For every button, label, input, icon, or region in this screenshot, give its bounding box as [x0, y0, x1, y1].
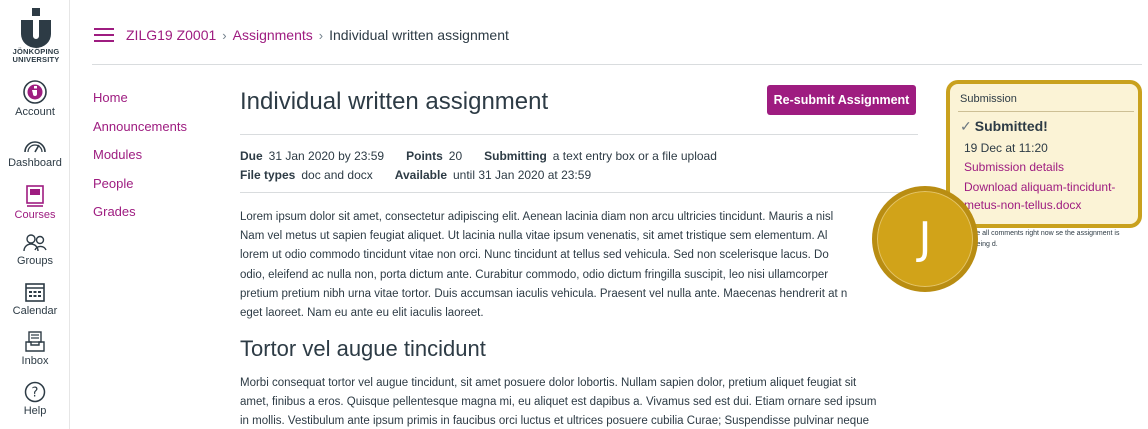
logo-mark-icon — [21, 8, 51, 48]
global-nav-dashboard-label: Dashboard — [8, 157, 62, 169]
submitting-value: a text entry box or a file upload — [552, 149, 717, 163]
global-nav-account-label: Account — [15, 106, 55, 118]
global-nav-help[interactable]: ? Help — [0, 381, 70, 417]
avatar: J — [872, 186, 978, 292]
filetypes-value: doc and docx — [301, 168, 373, 182]
calendar-icon — [25, 283, 45, 302]
paragraph-line: odio, eleifend ac nulla non, porta dictu… — [240, 268, 829, 281]
assignment-meta-row-1: Due 31 Jan 2020 by 23:59 Points 20 Submittin… — [240, 149, 717, 163]
paragraph-line: Morbi consequat tortor vel augue tincidu… — [240, 377, 857, 389]
account-icon — [23, 80, 47, 104]
dashboard-icon — [24, 141, 46, 153]
global-nav-help-label: Help — [23, 405, 47, 417]
global-nav-courses-label: Courses — [14, 209, 56, 221]
course-nav-home[interactable]: Home — [93, 90, 187, 119]
paragraph-line: eget laoreet. Nam eu ante eu elit iaculi… — [240, 307, 484, 320]
available-label: Available — [394, 168, 447, 182]
due-label: Due — [240, 149, 263, 163]
course-nav-people[interactable]: People — [93, 176, 187, 205]
svg-text:?: ? — [32, 386, 39, 401]
help-icon: ? — [24, 381, 46, 403]
course-menu-toggle[interactable] — [94, 28, 114, 42]
groups-icon — [23, 234, 47, 252]
assignment-meta-row-2: File types doc and docx Available until 31 … — [240, 168, 591, 182]
filetypes-label: File types — [240, 168, 296, 182]
paragraph-line: pretium pretium nibh urna vitae tortor. … — [240, 287, 848, 300]
global-nav-calendar[interactable]: Calendar — [0, 281, 70, 317]
description-paragraph-1: Lorem ipsum dolor sit amet, consectetur … — [240, 208, 920, 323]
resubmit-assignment-button[interactable]: Re-submit Assignment — [767, 85, 916, 115]
assignment-title: Individual written assignment — [240, 88, 549, 115]
section-heading: Tortor vel augue tincidunt — [240, 336, 486, 361]
submission-heading: Submission — [960, 93, 1017, 105]
global-nav-courses[interactable]: Courses — [0, 185, 70, 221]
paragraph-line: amet, finibus a eros. Quisque pellentesq… — [240, 396, 877, 409]
description-paragraph-2: Morbi consequat tortor vel augue tincidu… — [240, 374, 920, 429]
avatar-initial: J — [918, 213, 932, 264]
due-value: 31 Jan 2020 by 23:59 — [268, 149, 385, 163]
global-nav-account[interactable]: Account — [0, 80, 70, 118]
submission-panel: Submission ✓ Submitted! 19 Dec at 11:20 S… — [946, 80, 1142, 228]
meta-divider — [240, 192, 918, 193]
global-nav-calendar-label: Calendar — [12, 305, 58, 317]
course-nav-modules[interactable]: Modules — [93, 147, 187, 176]
header-divider — [92, 64, 1142, 65]
global-nav-groups-label: Groups — [16, 255, 54, 267]
global-nav-groups[interactable]: Groups — [0, 233, 70, 267]
university-logo[interactable]: JÖNKÖPING UNIVERSITY — [8, 8, 64, 70]
global-nav-inbox[interactable]: Inbox — [0, 331, 70, 367]
submission-details-link[interactable]: Submission details — [964, 158, 1134, 176]
chevron-right-icon: › — [222, 28, 227, 43]
logo-line-2: UNIVERSITY — [12, 54, 60, 64]
global-nav: JÖNKÖPING UNIVERSITY Account Dashboard C… — [0, 0, 70, 429]
paragraph-line: in mollis. Vestibulum ante ipsum primis … — [240, 415, 869, 428]
breadcrumb-current: Individual written assignment — [329, 27, 509, 43]
submission-divider — [958, 111, 1134, 112]
global-nav-dashboard[interactable]: Dashboard — [0, 137, 70, 169]
available-value: until 31 Jan 2020 at 23:59 — [453, 168, 592, 182]
checkmark-icon: ✓ — [960, 118, 972, 134]
course-nav-grades[interactable]: Grades — [93, 204, 187, 233]
global-nav-inbox-label: Inbox — [21, 355, 49, 367]
download-submission-link[interactable]: Download aliquam-tincidunt-metus-non-tel… — [964, 178, 1134, 214]
breadcrumb-course[interactable]: ZILG19 Z0001 — [126, 27, 216, 43]
submitting-label: Submitting — [484, 149, 547, 163]
breadcrumb: ZILG19 Z0001 › Assignments › Individual writ… — [126, 27, 509, 43]
submission-date: 19 Dec at 11:20 — [964, 141, 1048, 155]
course-nav: Home Announcements Modules People Grades — [93, 90, 187, 233]
paragraph-line: Nam vel metus ut sapien feugiat aliquet.… — [240, 230, 828, 243]
points-label: Points — [406, 149, 443, 163]
submission-status: ✓ Submitted! — [960, 118, 1048, 135]
paragraph-line: lorem ut odio commodo tincidunt vitae no… — [240, 249, 829, 262]
breadcrumb-assignments[interactable]: Assignments — [233, 27, 313, 43]
title-divider — [240, 134, 918, 135]
courses-icon — [26, 185, 44, 207]
inbox-icon — [25, 331, 45, 352]
submission-status-text: Submitted! — [974, 118, 1048, 134]
chevron-right-icon: › — [318, 28, 324, 43]
paragraph-line: Lorem ipsum dolor sit amet, consectetur … — [240, 211, 834, 223]
course-nav-announcements[interactable]: Announcements — [93, 119, 187, 148]
points-value: 20 — [448, 149, 463, 163]
